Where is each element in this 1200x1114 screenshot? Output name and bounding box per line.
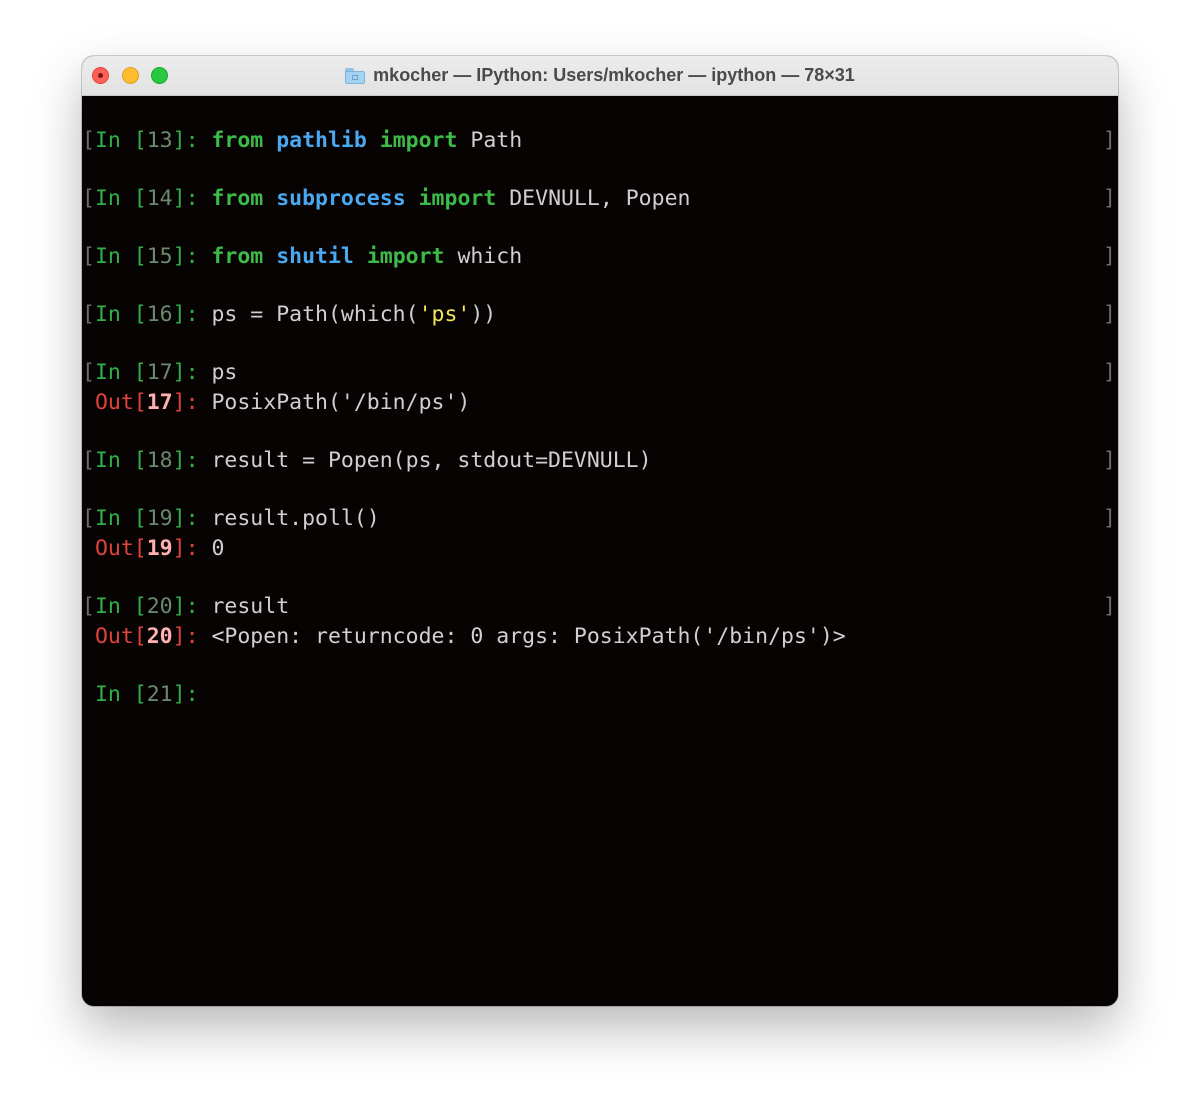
window-title: mkocher — IPython: Users/mkocher — ipyth… [373,65,855,85]
in-prompt-number: 18 [146,448,173,473]
in-prompt: In [ [94,128,147,153]
line-marker-right: ] [1103,128,1116,153]
in-prompt: In [ [94,506,147,531]
in-prompt-number: 13 [146,128,173,153]
home-folder-icon[interactable] [345,67,366,84]
in-prompt: In [ [94,594,147,619]
out-prompt-number: 19 [146,536,173,561]
line-marker-left: [ [82,360,95,385]
title-bar[interactable]: mkocher — IPython: Users/mkocher — ipyth… [82,56,1118,96]
line-marker-right: ] [1103,594,1116,619]
line-marker-left: [ [82,302,95,327]
line-marker-left: [ [82,448,95,473]
string-literal: 'ps' [418,302,471,327]
output-text: <Popen: returncode: 0 args: PosixPath('/… [211,624,846,649]
keyword-import: import [418,186,497,211]
out-prompt-number: 20 [146,624,173,649]
keyword-from: from [211,244,264,269]
in-prompt-number: 15 [146,244,173,269]
output-line: Out[17]: PosixPath('/bin/ps') [82,388,470,418]
line-marker-right: ] [1103,244,1116,269]
in-prompt-suffix: ]: [172,594,212,619]
input-line: [In [20]: result [82,592,289,622]
line-marker-right: ] [1103,302,1116,327]
keyword-import: import [379,128,458,153]
input-line: [In [17]: ps [82,358,237,388]
output-text: PosixPath('/bin/ps') [211,390,471,415]
in-prompt-number: 20 [146,594,173,619]
code-text: result = Popen(ps, stdout=DEVNULL) [211,448,652,473]
out-prompt-number: 17 [146,390,173,415]
code-text: )) [470,302,497,327]
in-prompt-suffix: ]: [172,186,212,211]
input-line: [In [18]: result = Popen(ps, stdout=DEVN… [82,446,652,476]
line-marker-left: [ [82,594,95,619]
output-line: Out[19]: 0 [82,534,224,564]
in-prompt: In [ [94,244,147,269]
in-prompt-suffix: ]: [172,682,212,707]
in-prompt-suffix: ]: [172,506,212,531]
in-prompt-suffix: ]: [172,244,212,269]
out-prompt: Out[ [94,536,147,561]
in-prompt-suffix: ]: [172,360,212,385]
terminal-window: mkocher — IPython: Users/mkocher — ipyth… [82,56,1118,1006]
input-line: [In [16]: ps = Path(which('ps')) [82,300,496,330]
code-text: ps = Path(which( [211,302,419,327]
keyword-from: from [211,186,264,211]
line-marker-left: [ [82,186,95,211]
in-prompt-number: 16 [146,302,173,327]
import-names: Path [470,128,523,153]
input-line: [In [14]: from subprocess import DEVNULL… [82,184,690,214]
in-prompt-number: 17 [146,360,173,385]
keyword-import: import [366,244,445,269]
out-prompt-suffix: ]: [172,390,212,415]
out-prompt-suffix: ]: [172,536,212,561]
output-line: Out[20]: <Popen: returncode: 0 args: Pos… [82,622,846,652]
import-names: DEVNULL, Popen [509,186,691,211]
out-prompt: Out[ [94,624,147,649]
in-prompt-number: 14 [146,186,173,211]
import-names: which [457,244,523,269]
input-line: [In [19]: result.poll() [82,504,380,534]
out-prompt-suffix: ]: [172,624,212,649]
line-marker-left: [ [82,244,95,269]
in-prompt: In [ [94,360,147,385]
line-marker-right: ] [1103,448,1116,473]
line-marker-right: ] [1103,186,1116,211]
input-line: [In [13]: from pathlib import Path [82,126,522,156]
current-prompt-line[interactable]: In [21]: [82,680,211,710]
in-prompt: In [ [94,302,147,327]
line-marker-right: ] [1103,506,1116,531]
line-marker-left: [ [82,128,95,153]
in-prompt: In [ [94,682,147,707]
in-prompt-suffix: ]: [172,128,212,153]
window-title-group: mkocher — IPython: Users/mkocher — ipyth… [82,56,1118,95]
code-text: ps [211,360,238,385]
in-prompt: In [ [94,448,147,473]
in-prompt: In [ [94,186,147,211]
in-prompt-suffix: ]: [172,302,212,327]
terminal-output[interactable]: [In [13]: from pathlib import Path ] [In… [82,96,1118,1006]
module-name: shutil [276,244,354,269]
in-prompt-suffix: ]: [172,448,212,473]
input-line: [In [15]: from shutil import which [82,242,522,272]
code-text: result [211,594,290,619]
line-marker-left: [ [82,506,95,531]
line-marker-right: ] [1103,360,1116,385]
in-prompt-number: 21 [146,682,173,707]
module-name: subprocess [276,186,406,211]
output-text: 0 [211,536,225,561]
module-name: pathlib [276,128,367,153]
out-prompt: Out[ [94,390,147,415]
in-prompt-number: 19 [146,506,173,531]
keyword-from: from [211,128,264,153]
code-text: result.poll() [211,506,380,531]
